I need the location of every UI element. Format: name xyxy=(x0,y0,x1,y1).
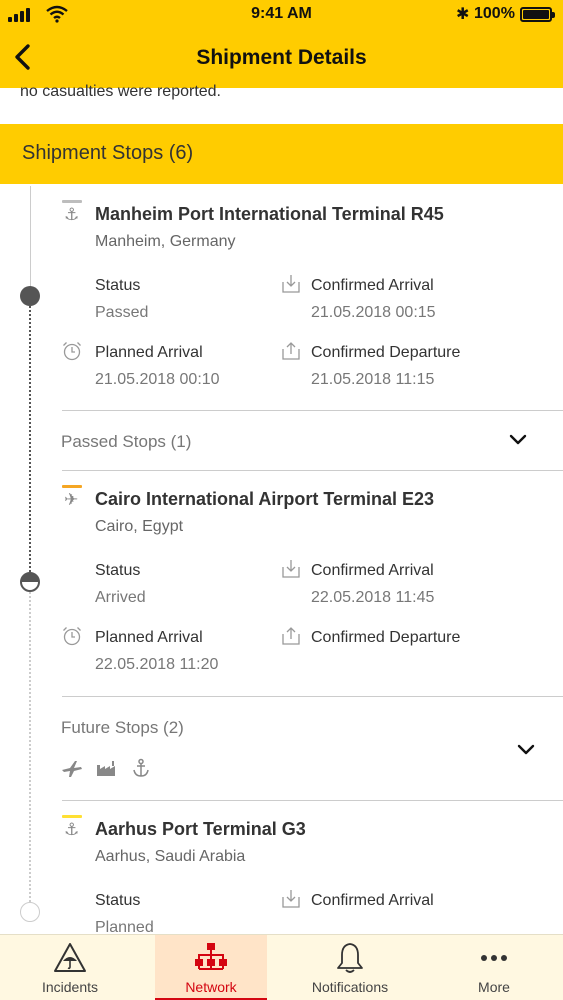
planned-arrival-label: Planned Arrival xyxy=(95,629,203,646)
chevron-down-icon[interactable] xyxy=(517,744,535,756)
plane-icon: ✈ xyxy=(62,485,84,513)
tab-label: More xyxy=(478,979,510,995)
bell-icon xyxy=(337,943,363,973)
stop-location: Manheim, Germany xyxy=(95,233,236,250)
timeline-line xyxy=(29,306,31,572)
alarm-clock-icon xyxy=(63,342,81,361)
status-label: Status xyxy=(95,892,141,909)
status-label: Status xyxy=(95,562,141,579)
confirmed-arrival-label: Confirmed Arrival xyxy=(311,562,434,579)
planned-arrival-label: Planned Arrival xyxy=(95,344,203,361)
arrival-icon xyxy=(282,560,300,578)
anchor-icon xyxy=(133,758,149,777)
confirmed-departure-label: Confirmed Departure xyxy=(311,629,461,646)
confirmed-departure-label: Confirmed Departure xyxy=(311,344,461,361)
bottom-tab-bar: Incidents Network Notifications More xyxy=(0,934,563,1000)
confirmed-departure-value: 21.05.2018 11:15 xyxy=(311,371,435,388)
confirmed-arrival-value: 22.05.2018 11:45 xyxy=(311,589,435,606)
warning-umbrella-icon xyxy=(54,943,86,972)
divider xyxy=(62,410,563,411)
timeline-dot-future xyxy=(20,902,40,922)
confirmed-arrival-label: Confirmed Arrival xyxy=(311,892,434,909)
status-bar: 9:41 AM ✱ 100% xyxy=(0,0,563,30)
status-value: Arrived xyxy=(95,589,146,606)
departure-icon xyxy=(282,342,300,360)
tab-label: Notifications xyxy=(311,979,389,995)
section-title: Shipment Stops (6) xyxy=(22,142,194,164)
stop-card[interactable]: ✈ Cairo International Airport Terminal E… xyxy=(62,485,563,690)
status-label: Status xyxy=(95,277,141,294)
future-stops-toggle[interactable]: Future Stops (2) xyxy=(61,718,184,738)
divider xyxy=(62,696,563,697)
departure-icon xyxy=(282,627,300,645)
plane-icon xyxy=(62,761,82,777)
chevron-down-icon[interactable] xyxy=(509,434,527,446)
tab-label: Network xyxy=(185,979,237,995)
battery-icon xyxy=(520,7,555,22)
passed-stops-toggle[interactable]: Passed Stops (1) xyxy=(61,432,191,452)
divider xyxy=(62,470,563,471)
stop-name: Manheim Port International Terminal R45 xyxy=(95,204,444,224)
more-dots-icon xyxy=(481,955,507,961)
stop-location: Cairo, Egypt xyxy=(95,518,184,535)
bluetooth-icon: ✱ xyxy=(456,6,470,23)
anchor-icon: ⚓ xyxy=(62,815,84,843)
confirmed-arrival-label: Confirmed Arrival xyxy=(311,277,434,294)
alarm-clock-icon xyxy=(63,627,81,646)
factory-icon xyxy=(97,761,115,776)
page-title: Shipment Details xyxy=(196,46,367,69)
status-value: Passed xyxy=(95,304,149,321)
planned-arrival-value: 22.05.2018 11:20 xyxy=(95,656,219,673)
stop-location: Aarhus, Saudi Arabia xyxy=(95,848,246,865)
tab-more[interactable]: More xyxy=(425,935,563,1000)
stop-name: Cairo International Airport Terminal E23 xyxy=(95,489,435,509)
tab-incidents[interactable]: Incidents xyxy=(0,935,140,1000)
confirmed-arrival-value: 21.05.2018 00:15 xyxy=(311,304,436,321)
shipment-stops-header: Shipment Stops (6) xyxy=(0,124,563,184)
tab-notifications[interactable]: Notifications xyxy=(280,935,420,1000)
stop-card[interactable]: ⚓ Aarhus Port Terminal G3 Aarhus, Saudi … xyxy=(62,815,563,936)
tab-label: Incidents xyxy=(41,979,99,995)
divider xyxy=(62,800,563,801)
description-snippet: no casualties were reported. xyxy=(20,83,221,100)
timeline-line xyxy=(29,592,31,902)
arrival-icon xyxy=(282,890,300,908)
tab-network[interactable]: Network xyxy=(155,935,267,1000)
timeline-dot-passed xyxy=(20,286,40,306)
stop-card[interactable]: ⚓ Manheim Port International Terminal R4… xyxy=(62,200,563,405)
network-icon xyxy=(195,943,227,970)
anchor-icon: ⚓ xyxy=(62,200,84,228)
future-stops-icons xyxy=(61,758,161,778)
timeline-line xyxy=(30,186,31,294)
planned-arrival-value: 21.05.2018 00:10 xyxy=(95,371,220,388)
battery-percentage: 100% xyxy=(474,5,515,22)
timeline-dot-current xyxy=(20,572,40,592)
stop-name: Aarhus Port Terminal G3 xyxy=(95,819,306,839)
app-header: 9:41 AM ✱ 100% Shipment Details xyxy=(0,0,563,88)
arrival-icon xyxy=(282,275,300,293)
